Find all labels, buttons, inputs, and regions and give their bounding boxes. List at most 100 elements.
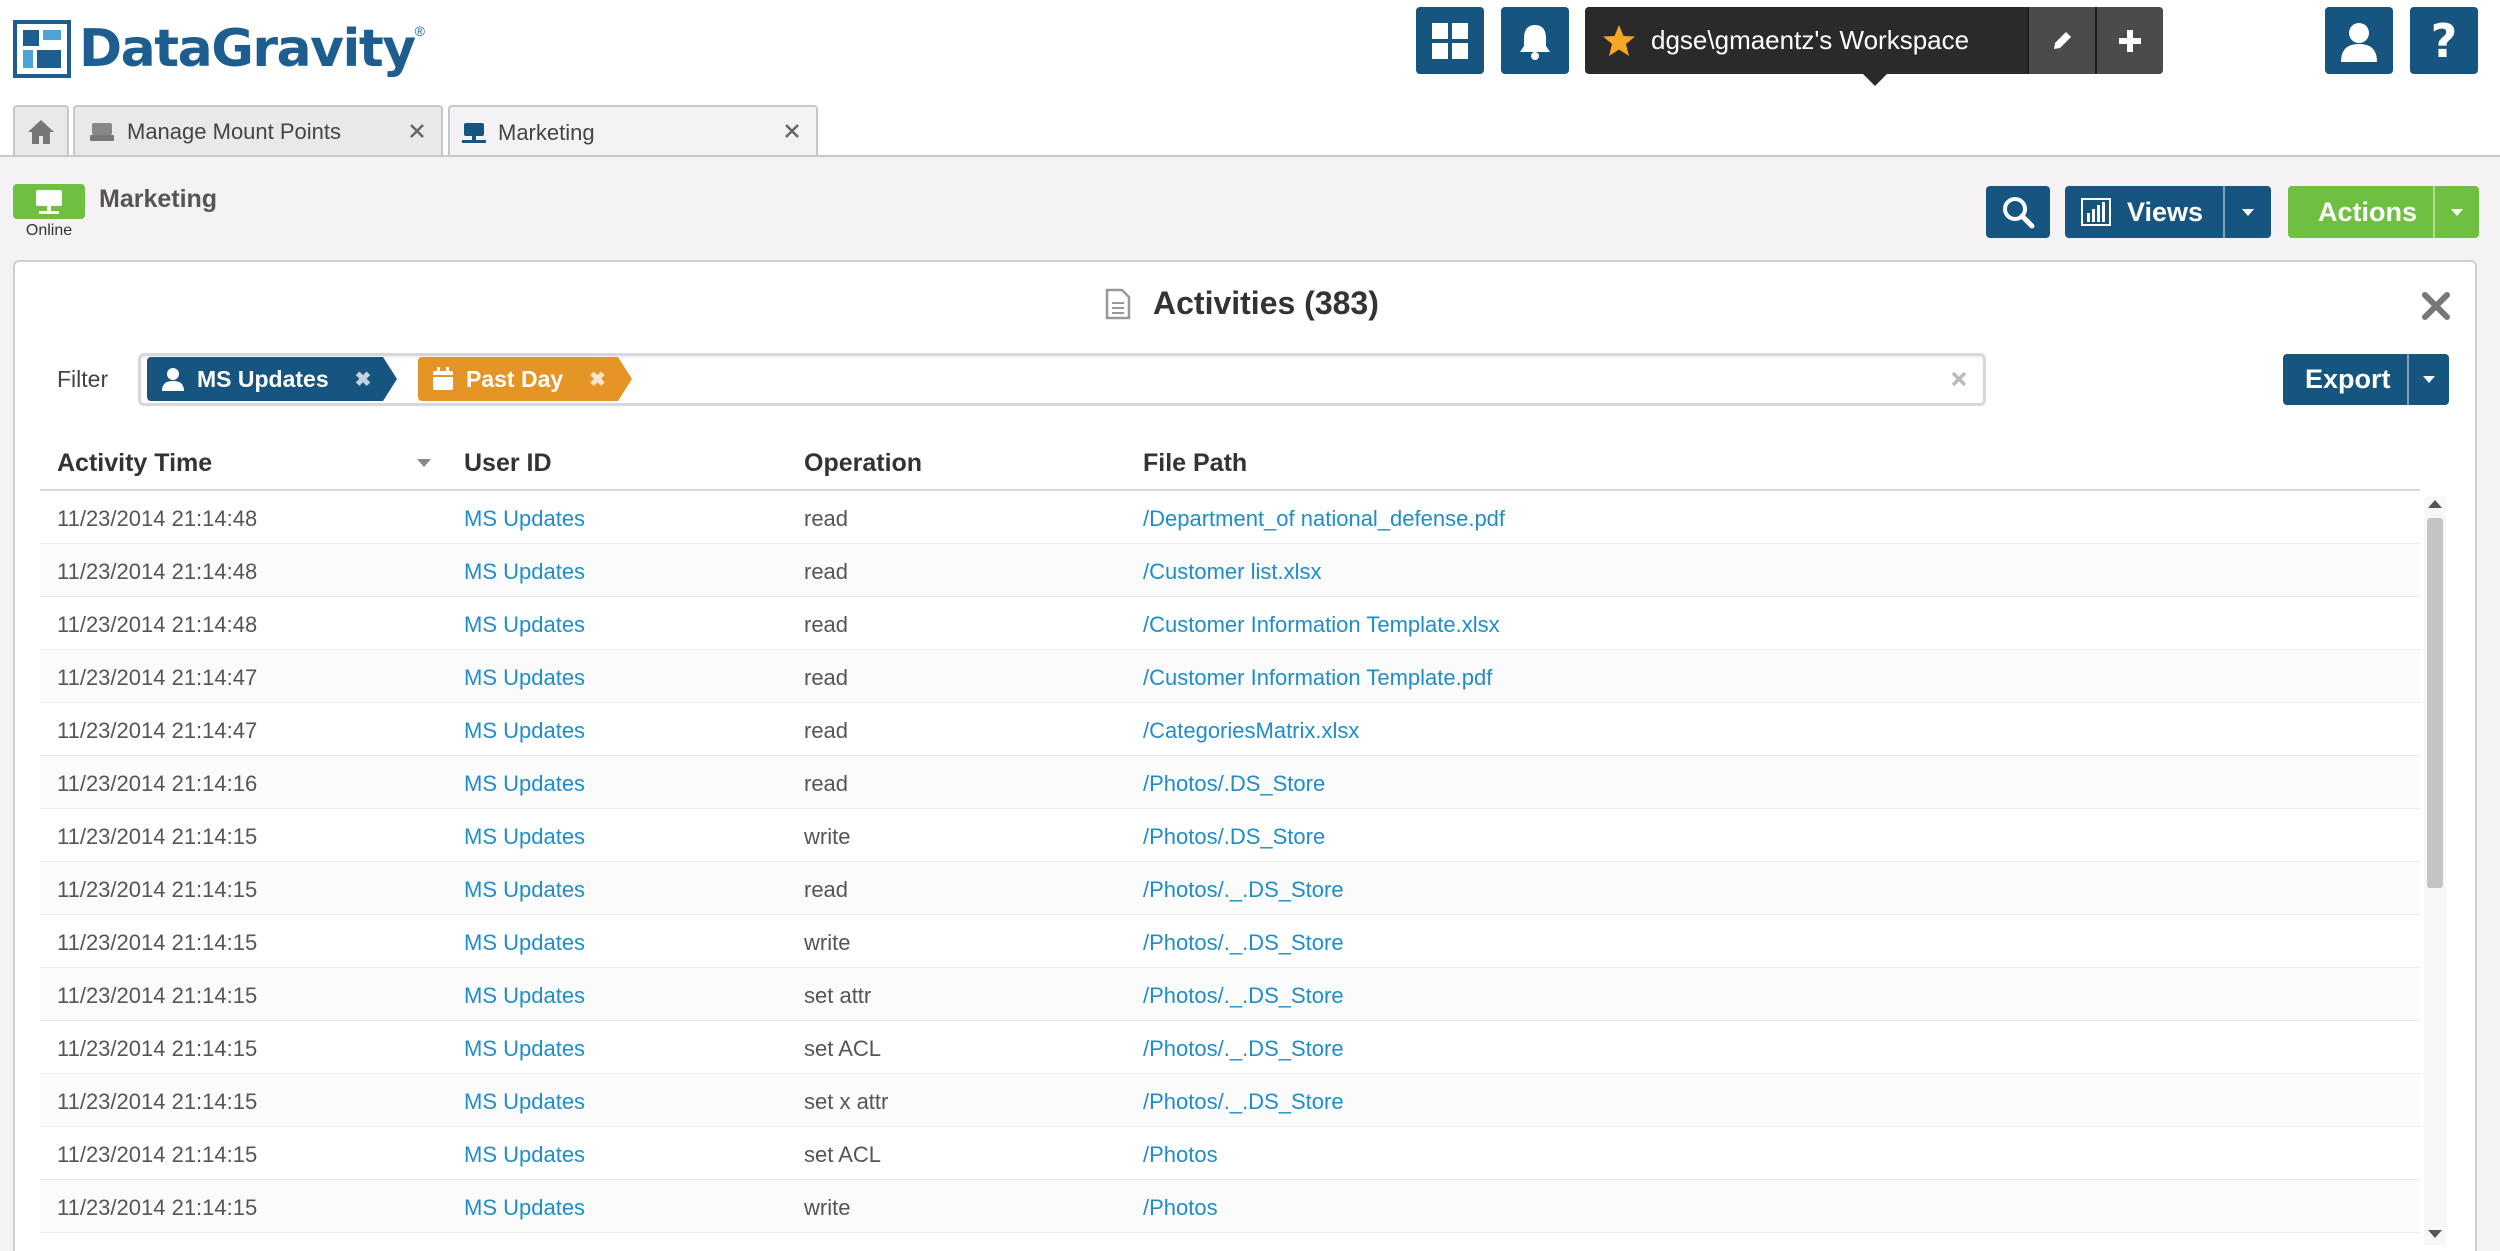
- table-row[interactable]: 11/23/2014 21:14:47 MS Updates read/Custom…: [40, 650, 2420, 703]
- column-header-operation[interactable]: Operation: [804, 449, 922, 478]
- filter-chip-past-day[interactable]: Past Day ✖: [418, 357, 632, 401]
- actions-label: Actions: [2318, 196, 2418, 227]
- chip-label: MS Updates: [197, 365, 329, 392]
- star-icon: [1603, 24, 1635, 56]
- table-row[interactable]: 11/23/2014 21:14:15 MS Updates set attr/Ph…: [40, 968, 2420, 1021]
- chip-remove-icon[interactable]: ✖: [589, 367, 606, 392]
- cell-operation: read: [804, 718, 849, 743]
- cell-user-id[interactable]: MS Updates: [464, 506, 585, 532]
- filter-label: Filter: [57, 366, 109, 392]
- datagravity-logo[interactable]: DataGravity®: [13, 17, 425, 81]
- tab-label: Marketing: [498, 120, 595, 145]
- table-row[interactable]: 11/23/2014 21:14:15 MS Updates set ACL/Pho…: [40, 1127, 2420, 1180]
- chip-remove-icon[interactable]: ✖: [355, 367, 372, 392]
- scroll-down-arrow[interactable]: [2428, 1230, 2442, 1238]
- add-workspace-button[interactable]: [2095, 7, 2163, 74]
- chevron-down-icon: [2451, 208, 2463, 216]
- cell-activity-time: 11/23/2014 21:14:15: [57, 1195, 258, 1220]
- table-row[interactable]: 11/23/2014 21:14:15 MS Updates read/Photos…: [40, 862, 2420, 915]
- cell-file-path[interactable]: /Photos/._.DS_Store: [1143, 983, 1344, 1009]
- export-label: Export: [2305, 364, 2391, 394]
- user-profile-button[interactable]: [2325, 7, 2393, 74]
- home-icon: [28, 120, 54, 144]
- table-row[interactable]: 11/23/2014 21:14:15 MS Updates write/Photo…: [40, 1180, 2420, 1233]
- logo-text: DataGravity: [79, 19, 416, 79]
- table-row[interactable]: 11/23/2014 21:14:15 MS Updates write/Photo…: [40, 915, 2420, 968]
- chevron-down-icon: [2242, 208, 2254, 216]
- cell-activity-time: 11/23/2014 21:14:47: [57, 665, 258, 690]
- scrollbar-thumb[interactable]: [2427, 518, 2443, 888]
- cell-user-id[interactable]: MS Updates: [464, 983, 585, 1009]
- table-row[interactable]: 11/23/2014 21:14:48 MS Updates read/Custom…: [40, 544, 2420, 597]
- cell-user-id[interactable]: MS Updates: [464, 771, 585, 797]
- bell-icon: [1520, 24, 1550, 60]
- cell-activity-time: 11/23/2014 21:14:15: [57, 1142, 258, 1167]
- tab-close-button[interactable]: [405, 119, 429, 143]
- mount-point-icon: [462, 123, 486, 143]
- panel-close-button[interactable]: [2420, 290, 2452, 322]
- cell-file-path[interactable]: /Photos/._.DS_Store: [1143, 877, 1344, 903]
- cell-file-path[interactable]: /Photos: [1143, 1142, 1218, 1168]
- cell-operation: set attr: [804, 983, 872, 1008]
- cell-user-id[interactable]: MS Updates: [464, 1142, 585, 1168]
- column-header-activity-time[interactable]: Activity Time: [57, 449, 212, 478]
- cell-file-path[interactable]: /Photos/.DS_Store: [1143, 824, 1325, 850]
- cell-user-id[interactable]: MS Updates: [464, 824, 585, 850]
- scroll-up-arrow[interactable]: [2428, 500, 2442, 508]
- tab-manage-mount-points[interactable]: Manage Mount Points: [73, 105, 443, 157]
- cell-user-id[interactable]: MS Updates: [464, 1195, 585, 1221]
- table-row[interactable]: 11/23/2014 21:14:15 MS Updates write/Photo…: [40, 809, 2420, 862]
- cell-file-path[interactable]: /Photos/._.DS_Store: [1143, 1089, 1344, 1115]
- column-header-user-id[interactable]: User ID: [464, 449, 552, 478]
- filter-clear-button[interactable]: [1950, 370, 1968, 388]
- help-button[interactable]: ?: [2410, 7, 2478, 74]
- cell-file-path[interactable]: /Photos/._.DS_Store: [1143, 1036, 1344, 1062]
- cell-user-id[interactable]: MS Updates: [464, 1036, 585, 1062]
- actions-button[interactable]: Actions: [2288, 186, 2479, 238]
- actions-dropdown-toggle[interactable]: [2433, 186, 2479, 238]
- tab-close-button[interactable]: [780, 119, 804, 143]
- cell-operation: set x attr: [804, 1089, 889, 1114]
- sort-descending-icon[interactable]: [417, 459, 431, 467]
- cell-file-path[interactable]: /Department_of national_defense.pdf: [1143, 506, 1505, 532]
- tab-marketing[interactable]: Marketing: [448, 105, 818, 159]
- workspace-selector[interactable]: dgse\gmaentz's Workspace: [1585, 7, 2163, 74]
- filter-chip-ms-updates[interactable]: MS Updates ✖: [147, 357, 398, 401]
- notifications-button[interactable]: [1501, 7, 1569, 74]
- cell-user-id[interactable]: MS Updates: [464, 559, 585, 585]
- cell-user-id[interactable]: MS Updates: [464, 718, 585, 744]
- table-row[interactable]: 11/23/2014 21:14:48 MS Updates read/Custom…: [40, 597, 2420, 650]
- cell-file-path[interactable]: /CategoriesMatrix.xlsx: [1143, 718, 1359, 744]
- cell-user-id[interactable]: MS Updates: [464, 877, 585, 903]
- help-icon: ?: [2431, 19, 2458, 63]
- export-button[interactable]: Export: [2283, 354, 2449, 405]
- edit-workspace-button[interactable]: [2027, 7, 2095, 74]
- column-header-file-path[interactable]: File Path: [1143, 449, 1247, 478]
- views-dropdown-toggle[interactable]: [2223, 186, 2271, 238]
- cell-user-id[interactable]: MS Updates: [464, 612, 585, 638]
- table-row[interactable]: 11/23/2014 21:14:15 MS Updates set ACL/Pho…: [40, 1021, 2420, 1074]
- cell-user-id[interactable]: MS Updates: [464, 665, 585, 691]
- views-button[interactable]: Views: [2065, 186, 2271, 238]
- cell-user-id[interactable]: MS Updates: [464, 930, 585, 956]
- table-row[interactable]: 11/23/2014 21:14:15 MS Updates set x attr /…: [40, 1074, 2420, 1127]
- cell-operation: read: [804, 665, 849, 690]
- cell-file-path[interactable]: /Photos/._.DS_Store: [1143, 930, 1344, 956]
- cell-file-path[interactable]: /Photos/.DS_Store: [1143, 771, 1325, 797]
- chip-arrow: [383, 357, 398, 401]
- cell-user-id[interactable]: MS Updates: [464, 1089, 585, 1115]
- export-dropdown-toggle[interactable]: [2407, 354, 2449, 405]
- cell-file-path[interactable]: /Customer list.xlsx: [1143, 559, 1321, 585]
- cell-file-path[interactable]: /Photos: [1143, 1195, 1218, 1221]
- cell-file-path[interactable]: /Customer Information Template.xlsx: [1143, 612, 1500, 638]
- tab-home[interactable]: [13, 105, 69, 157]
- cell-file-path[interactable]: /Customer Information Template.pdf: [1143, 665, 1492, 691]
- table-row[interactable]: 11/23/2014 21:14:48 MS Updates read/Depart…: [40, 491, 2420, 544]
- table-row[interactable]: 11/23/2014 21:14:47 MS Updates read/Catego…: [40, 703, 2420, 756]
- table-row[interactable]: 11/23/2014 21:14:16 MS Updates read/Photos…: [40, 756, 2420, 809]
- filter-input[interactable]: [138, 353, 1986, 406]
- dashboard-button[interactable]: [1416, 7, 1484, 74]
- workspace-label: dgse\gmaentz's Workspace: [1651, 25, 1970, 55]
- cell-activity-time: 11/23/2014 21:14:48: [57, 612, 258, 637]
- search-button[interactable]: [1986, 186, 2050, 238]
